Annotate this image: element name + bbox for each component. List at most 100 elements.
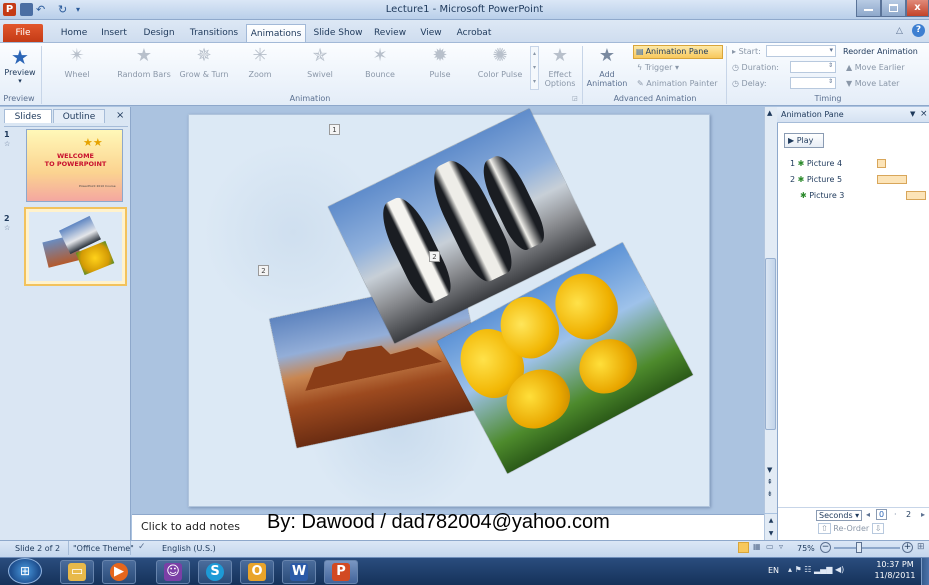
maximize-button[interactable] [881,0,906,17]
scroll-down-icon[interactable]: ▼ [767,466,772,474]
clock-time[interactable]: 10:37 PM [872,560,918,569]
tab-view[interactable]: View [415,24,447,42]
timeline-right-icon[interactable]: ▸ [921,510,925,519]
pane-close-icon[interactable]: × [920,109,928,119]
minimize-button[interactable] [856,0,881,17]
help-icon[interactable]: ? [912,24,925,37]
timing-bar[interactable] [877,159,886,168]
status-divider [130,541,131,555]
taskbar-explorer[interactable]: ▭ [60,560,94,584]
tab-design[interactable]: Design [137,24,181,42]
slideshow-view-icon[interactable]: ▿ [779,542,783,551]
author-credit-text: By: Dawood / dad782004@yahoo.com [267,511,610,533]
tab-insert[interactable]: Insert [95,24,133,42]
signal-icon[interactable]: ▂▄▆ [814,565,832,574]
reorder-up-icon[interactable]: ⇧ [818,523,831,534]
taskbar-skype[interactable]: S [198,560,232,584]
next-slide-icon[interactable]: ⇟ [767,490,773,498]
zoom-out-icon[interactable]: − [820,542,831,553]
animation-tag[interactable]: 2 [258,265,269,276]
tab-transitions[interactable]: Transitions [184,24,244,42]
taskbar-messenger[interactable]: ☺ [156,560,190,584]
reorder-down-icon[interactable]: ⇩ [871,523,885,534]
duration-field[interactable]: ⇕ [790,61,836,73]
slide-thumbnail-2-selected[interactable] [24,207,127,286]
pane-options-icon[interactable]: ▼ [910,110,915,118]
network-icon[interactable]: ☷ [804,565,811,574]
clock-date[interactable]: 11/8/2011 [872,571,918,580]
effect-options-button[interactable]: ★ Effect Options [541,46,579,89]
move-later-button[interactable]: ▼ Move Later [846,79,899,88]
trigger-button[interactable]: ϟ Trigger ▾ [637,63,679,72]
taskbar-media-player[interactable]: ▶ [102,560,136,584]
volume-icon[interactable]: ◀) [835,565,844,574]
scroll-up-icon[interactable]: ▲ [767,109,772,117]
tab-animations[interactable]: Animations [246,24,306,42]
normal-view-icon[interactable] [738,542,749,553]
tab-review[interactable]: Review [370,24,410,42]
show-desktop-button[interactable] [921,558,929,585]
animation-tag[interactable]: 1 [329,124,340,135]
animation-painter-button[interactable]: ✎ Animation Painter [637,79,718,88]
scroll-thumb[interactable] [765,258,776,430]
timing-bar[interactable] [906,191,926,200]
tab-outline[interactable]: Outline [53,109,105,123]
trigger-label: Trigger [644,63,673,72]
slide-sorter-icon[interactable]: ▦ [753,542,761,551]
animation-color-pulse[interactable]: ✺ Color Pulse [474,46,526,88]
taskbar-word[interactable]: W [282,560,316,584]
add-star-icon: ★ [598,45,616,66]
transition-icon: ☆ [4,140,11,148]
animation-item-3[interactable]: ✱ Picture 3 [800,191,844,205]
delay-field[interactable]: ⇕ [790,77,836,89]
tab-home[interactable]: Home [56,24,92,42]
minimize-ribbon-icon[interactable]: △ [896,26,903,36]
animation-bounce[interactable]: ✶ Bounce [356,46,404,88]
tab-file[interactable]: File [3,24,43,42]
show-hidden-icon[interactable]: ▴ [788,565,792,574]
language[interactable]: English (U.S.) [162,544,216,553]
timeline-left-icon[interactable]: ◂ [866,510,870,519]
animation-pulse[interactable]: ✹ Pulse [416,46,464,88]
spelling-check-icon[interactable]: ✓ [138,542,146,552]
animation-swivel[interactable]: ✯ Swivel [296,46,344,88]
move-earlier-button[interactable]: ▲ Move Earlier [846,63,905,72]
zoom-level[interactable]: 75% [797,544,815,553]
animation-zoom[interactable]: ✳ Zoom [236,46,284,88]
notes-scrollbar[interactable]: ▲ ▼ [764,514,777,540]
taskbar-powerpoint[interactable]: P [324,560,358,584]
zoom-in-icon[interactable]: + [902,542,913,553]
reading-view-icon[interactable]: ▭ [766,542,774,551]
tab-slide-show[interactable]: Slide Show [310,24,366,42]
slide-thumbnail-1[interactable]: ★★ WELCOME TO POWERPOINT PowerPoint 2010… [26,129,123,202]
timing-bar[interactable] [877,175,907,184]
flag-icon[interactable]: ⚑ [795,565,802,574]
play-button[interactable]: ▶ Play [784,133,824,148]
tab-acrobat[interactable]: Acrobat [452,24,496,42]
dialog-launcher-icon[interactable]: ◲ [572,95,578,102]
preview-button[interactable]: ★ Preview ▾ [3,44,37,92]
animation-pane-button[interactable]: ▤ Animation Pane [633,45,723,59]
seconds-dropdown[interactable]: Seconds ▾ [816,510,863,521]
animation-tag[interactable]: 2 [429,251,440,262]
timeline-tick: · [894,510,897,519]
start-button[interactable]: ⊞ [8,558,42,584]
animation-item-1[interactable]: 1 ✱ Picture 4 [790,159,842,173]
animation-grow-turn[interactable]: ✵ Grow & Turn [178,46,230,88]
close-panel-icon[interactable]: × [116,110,124,121]
taskbar-outlook[interactable]: O [240,560,274,584]
add-animation-button[interactable]: ★ Add Animation [585,45,629,89]
zoom-slider-thumb[interactable] [856,542,862,553]
tab-slides[interactable]: Slides [4,109,52,123]
effect-options-label-2: Options [544,79,576,88]
fit-slide-icon[interactable]: ⊞ [917,542,925,552]
start-dropdown[interactable]: ▾ [766,45,836,57]
animation-item-2[interactable]: 2 ✱ Picture 5 [790,175,842,189]
zoom-slider-track[interactable] [834,547,900,549]
close-button[interactable]: x [906,0,929,17]
previous-slide-icon[interactable]: ⇞ [767,478,773,486]
animation-random-bars[interactable]: ★ Random Bars [117,46,171,88]
animation-wheel[interactable]: ✴ Wheel [53,46,101,88]
input-language[interactable]: EN [768,566,779,575]
gallery-scroll[interactable]: ▴ ▾ ▾ [530,46,539,90]
